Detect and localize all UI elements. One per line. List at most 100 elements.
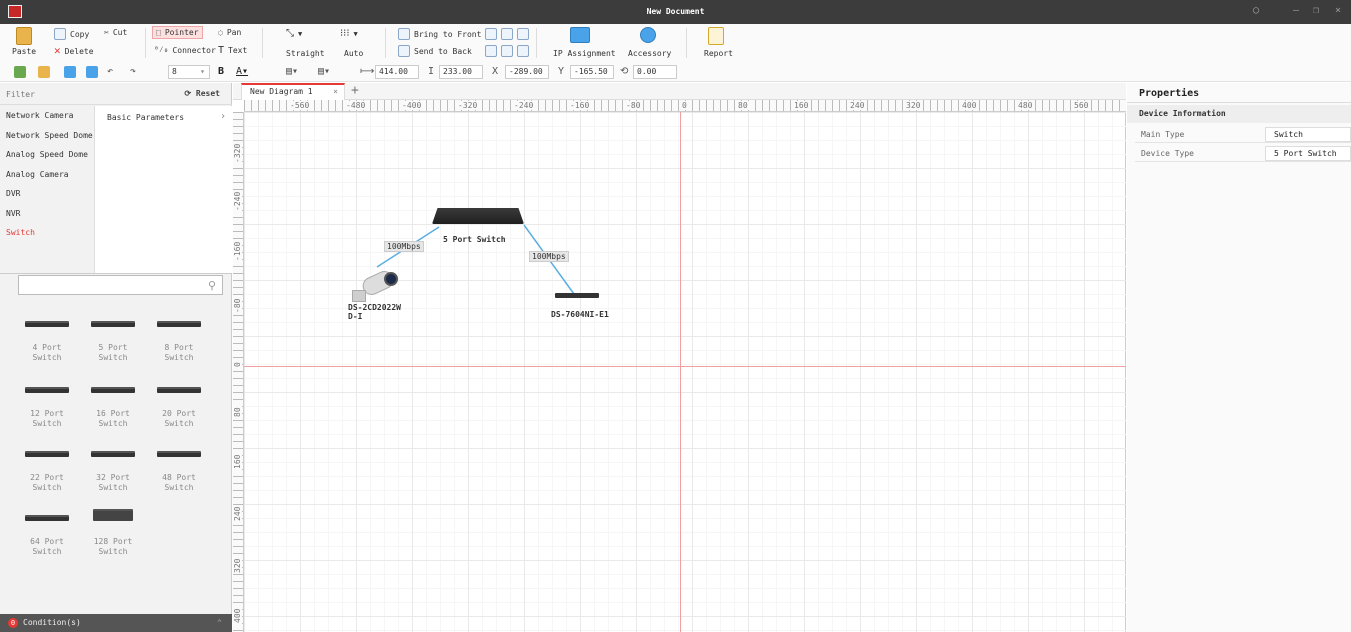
switch-node-label[interactable]: 5 Port Switch [443,235,506,244]
font-size-select[interactable]: 8 ▾ [168,65,210,79]
accessory-button[interactable]: Accessory [628,49,671,58]
text-button[interactable]: T Text [218,45,247,56]
device-item[interactable]: 32 Port Switch [87,451,139,493]
property-value[interactable]: Switch [1265,127,1351,142]
chevron-right-icon[interactable]: › [220,111,226,122]
switch-icon [93,509,133,521]
device-item[interactable]: 128 Port Switch [87,509,139,557]
switch-device-icon[interactable] [432,208,524,224]
paste-label: Paste [12,47,37,56]
device-item[interactable]: 16 Port Switch [87,387,139,429]
device-label: 8 Port [164,343,194,352]
add-tab-icon[interactable]: + [351,83,359,98]
property-key: Main Type [1141,130,1185,139]
redo-icon[interactable]: ↷ [130,66,136,77]
reset-label: Reset [195,89,220,98]
camera-node-label[interactable]: DS-2CD2022W D-I [348,303,401,321]
delete-icon: ✕ [54,44,61,57]
category-dvr[interactable]: DVR [0,184,94,204]
device-item[interactable]: 22 Port Switch [21,451,73,493]
category-analog-speed-dome[interactable]: Analog Speed Dome [0,145,94,165]
condition-bar[interactable]: 0 Condition(s) ⌃ [0,614,232,632]
basic-parameters-label[interactable]: Basic Parameters [107,113,184,122]
device-item[interactable]: 48 Port Switch [153,451,205,493]
ruler-tick: 320 [233,557,242,574]
device-item[interactable]: 5 Port Switch [87,321,139,363]
connector-button[interactable]: ⁰⁄₀ Connector [154,45,216,55]
condition-label: Condition(s) [23,618,81,627]
nvr-device-icon[interactable] [555,293,599,298]
device-item[interactable]: 8 Port Switch [153,321,205,363]
pointer-button[interactable]: ⬚ Pointer [152,26,203,39]
y-input[interactable]: -165.50 [570,65,614,79]
device-label: Switch [32,419,62,428]
ip-assignment-button[interactable]: IP Assignment [553,49,616,58]
category-network-speed-dome[interactable]: Network Speed Dome [0,126,94,146]
category-switch[interactable]: Switch [0,223,94,243]
category-network-camera[interactable]: Network Camera [0,106,94,126]
align-left-icons[interactable] [485,45,529,57]
close-icon[interactable]: × [1335,5,1341,16]
height-input[interactable]: 233.00 [439,65,483,79]
bold-icon[interactable]: B [218,66,224,77]
device-item[interactable]: 12 Port Switch [21,387,73,429]
device-information-section[interactable]: Device Information [1127,105,1351,123]
ruler-tick: -160 [233,240,242,262]
minimize-icon[interactable]: – [1293,5,1299,16]
help-icon[interactable]: ◯ [1253,5,1259,16]
align-top-icons[interactable] [485,28,529,40]
format-painter-icon[interactable] [14,66,26,78]
restore-icon[interactable]: ❐ [1313,5,1319,16]
device-item[interactable]: 20 Port Switch [153,387,205,429]
properties-panel: Properties Device Information Main Type … [1127,83,1351,632]
width-icon: ⟼ [360,66,375,77]
undo-icon[interactable]: ↶ [107,66,113,77]
nvr-node-label[interactable]: DS-7604NI-E1 [551,310,609,319]
open-folder-icon[interactable] [38,66,50,78]
text-label: Text [228,46,248,55]
x-input[interactable]: -289.00 [505,65,549,79]
close-tab-icon[interactable]: × [333,87,338,96]
category-analog-camera[interactable]: Analog Camera [0,165,94,185]
auto-button[interactable]: Auto [344,49,363,58]
paste-icon [16,27,33,45]
font-color-icon[interactable]: A▾ [236,66,248,77]
angle-input[interactable]: 0.00 [633,65,677,79]
property-value[interactable]: 5 Port Switch [1265,146,1351,161]
copy-button[interactable]: Copy [54,28,89,40]
device-label: Switch [164,483,194,492]
paste-button[interactable]: Paste [12,27,36,56]
fill-color-icon[interactable]: ▤▾ [286,66,298,77]
reset-button[interactable]: ⟳ Reset [184,89,220,98]
condition-count-badge: 0 [8,618,18,628]
save-as-icon[interactable] [86,66,98,78]
device-item[interactable]: 64 Port Switch [21,515,73,557]
width-input[interactable]: 414.00 [375,65,419,79]
camera-device-icon[interactable] [350,268,398,302]
device-item[interactable]: 4 Port Switch [21,321,73,363]
tab-new-diagram-1[interactable]: New Diagram 1 × [241,83,345,100]
line-color-icon[interactable]: ▤▾ [318,66,330,77]
switch-icon [157,451,201,457]
chevron-up-icon[interactable]: ⌃ [217,614,222,632]
align-top-icon [485,28,497,40]
cut-button[interactable]: ✂ Cut [104,28,127,37]
copy-label: Copy [70,29,90,39]
separator [262,28,263,58]
separator [686,28,687,58]
send-to-back-button[interactable]: Send to Back [398,45,472,57]
delete-button[interactable]: ✕ Delete [54,45,94,57]
pointer-label: Pointer [164,28,199,37]
straight-button[interactable]: Straight [286,49,325,58]
property-key: Device Type [1141,149,1194,158]
diagram-grid[interactable]: 5 Port Switch 100Mbps 100Mbps DS-2CD2022… [244,112,1126,632]
category-nvr[interactable]: NVR [0,204,94,224]
save-icon[interactable] [64,66,76,78]
device-search-input[interactable]: ⚲ [18,275,223,295]
ruler-tick: -160 [569,101,591,110]
report-button[interactable]: Report [704,49,733,58]
pan-button[interactable]: ◌ Pan [218,28,241,37]
bring-to-front-button[interactable]: Bring to Front [398,28,481,40]
align-middle-icon [501,28,513,40]
ruler-tick: -480 [345,101,367,110]
